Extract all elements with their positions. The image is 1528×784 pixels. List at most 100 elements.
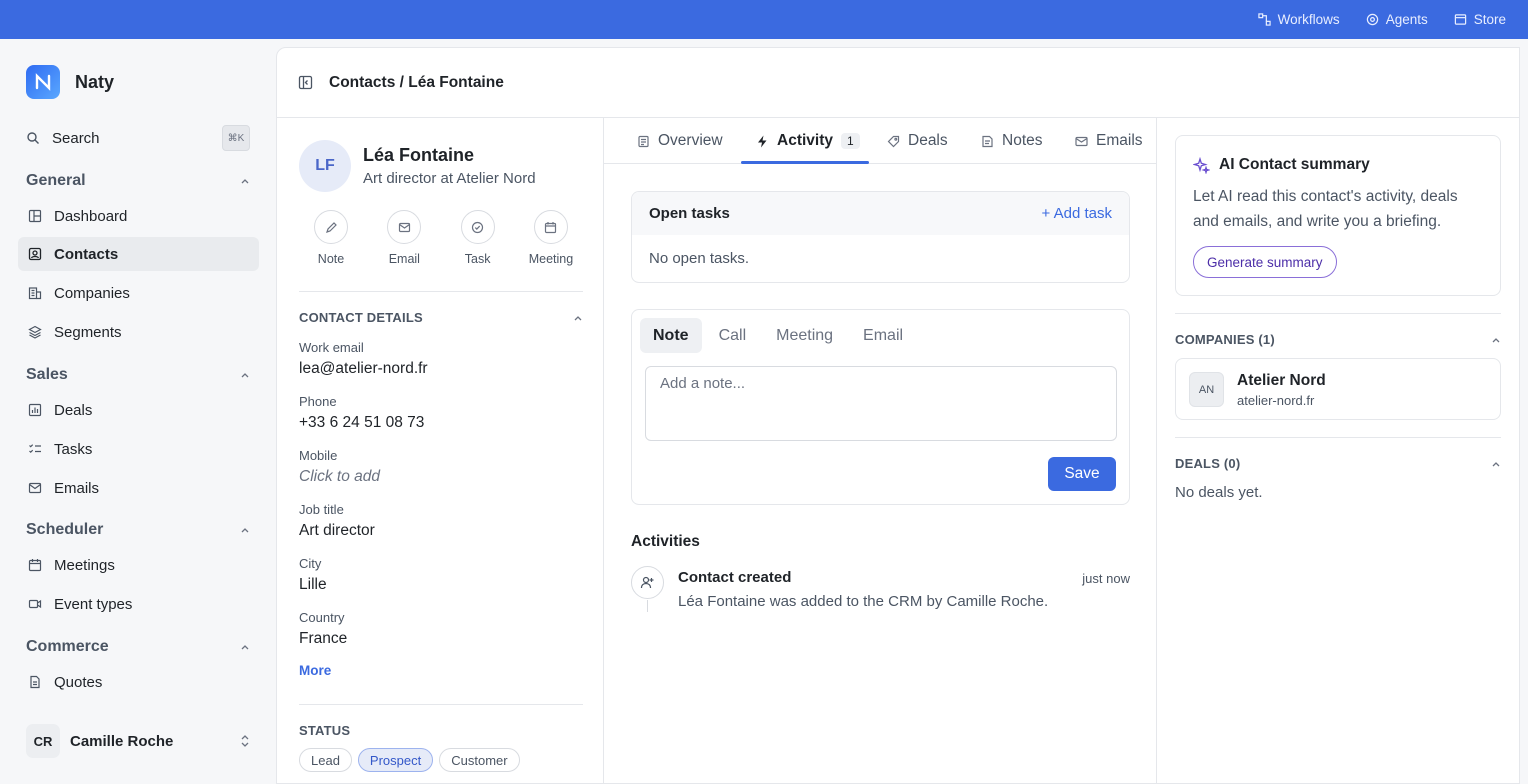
open-tasks-header: Open tasks + Add task xyxy=(632,192,1129,235)
user-name: Camille Roche xyxy=(70,732,174,750)
composer-tabs: Note Call Meeting Email xyxy=(640,318,916,353)
activity-description: Léa Fontaine was added to the CRM by Cam… xyxy=(678,593,1049,610)
field-work-email[interactable]: Work email lea@atelier-nord.fr xyxy=(299,340,428,378)
sidebar-item-event-types[interactable]: Event types xyxy=(18,587,259,621)
deals-header[interactable]: DEALS (0) xyxy=(1175,456,1501,471)
field-city[interactable]: City Lille xyxy=(299,556,327,594)
sidebar-item-label: Meetings xyxy=(54,556,115,574)
agent-icon xyxy=(1366,13,1378,26)
user-plus-icon xyxy=(640,576,654,589)
sparkle-icon xyxy=(1193,156,1210,174)
brand[interactable]: Naty xyxy=(26,65,114,99)
status-pill-customer[interactable]: Customer xyxy=(439,748,520,772)
meeting-action-button[interactable]: Meeting xyxy=(519,210,583,266)
deals-title: DEALS (0) xyxy=(1175,456,1241,471)
sidebar-item-companies[interactable]: Companies xyxy=(18,276,259,310)
contact-subtitle: Art director at Atelier Nord xyxy=(363,170,536,187)
tab-emails[interactable]: Emails xyxy=(1075,118,1143,164)
activity-title: Contact created xyxy=(678,569,792,586)
divider xyxy=(299,704,583,705)
field-mobile[interactable]: Mobile Click to add xyxy=(299,448,380,486)
sidebar-item-meetings[interactable]: Meetings xyxy=(18,548,259,582)
composer-tab-email[interactable]: Email xyxy=(850,318,916,353)
more-link[interactable]: More xyxy=(299,663,331,678)
sidebar-item-dashboard[interactable]: Dashboard xyxy=(18,199,259,233)
tab-overview[interactable]: Overview xyxy=(637,118,723,164)
status-options: Lead Prospect Customer xyxy=(299,748,520,772)
workflows-label: Workflows xyxy=(1277,12,1340,27)
status-pill-prospect[interactable]: Prospect xyxy=(357,748,434,772)
field-phone[interactable]: Phone +33 6 24 51 08 73 xyxy=(299,394,424,432)
composer-tab-note[interactable]: Note xyxy=(640,318,702,353)
document-icon xyxy=(638,135,649,147)
companies-header[interactable]: COMPANIES (1) xyxy=(1175,332,1501,347)
field-job-title[interactable]: Job title Art director xyxy=(299,502,375,540)
check-circle-icon xyxy=(472,221,484,233)
composer-tab-call[interactable]: Call xyxy=(706,318,760,353)
sidebar-item-label: Contacts xyxy=(54,245,119,263)
add-task-button[interactable]: + Add task xyxy=(1042,205,1112,222)
sidebar-item-quotes[interactable]: Quotes xyxy=(18,665,259,699)
generate-summary-button[interactable]: Generate summary xyxy=(1193,246,1337,278)
chevron-up-icon xyxy=(574,315,582,320)
agents-link[interactable]: Agents xyxy=(1366,12,1428,27)
calendar-icon xyxy=(545,221,557,233)
sidebar-toggle-icon[interactable] xyxy=(298,75,313,90)
chevron-up-icon xyxy=(241,373,249,378)
workflows-link[interactable]: Workflows xyxy=(1257,12,1340,27)
task-action-button[interactable]: Task xyxy=(446,210,510,266)
field-label: Country xyxy=(299,610,345,625)
tab-label: Overview xyxy=(658,132,723,149)
note-icon xyxy=(982,135,993,147)
tab-label: Emails xyxy=(1096,132,1143,149)
section-sales[interactable]: Sales xyxy=(26,366,250,384)
field-value: France xyxy=(299,630,348,647)
save-button[interactable]: Save xyxy=(1048,457,1116,491)
section-scheduler[interactable]: Scheduler xyxy=(26,521,250,539)
note-action-button[interactable]: Note xyxy=(299,210,363,266)
chevron-up-icon xyxy=(241,528,249,533)
activity-panel: Overview Activity 1 Deals Notes Emails O… xyxy=(604,118,1157,784)
company-avatar: AN xyxy=(1189,372,1224,407)
sidebar-item-contacts[interactable]: Contacts xyxy=(18,237,259,271)
sidebar-item-deals[interactable]: Deals xyxy=(18,393,259,427)
section-sales-label: Sales xyxy=(26,366,68,383)
tab-notes[interactable]: Notes xyxy=(981,118,1043,164)
page-header: Contacts / Léa Fontaine xyxy=(277,48,1519,118)
sidebar-item-emails[interactable]: Emails xyxy=(18,471,259,505)
action-label: Meeting xyxy=(528,252,574,266)
timeline-line xyxy=(647,600,648,612)
breadcrumb: Contacts / Léa Fontaine xyxy=(329,73,504,91)
tab-deals[interactable]: Deals xyxy=(887,118,948,164)
divider xyxy=(1175,313,1501,314)
section-general[interactable]: General xyxy=(26,172,250,190)
field-label: City xyxy=(299,556,322,571)
agents-label: Agents xyxy=(1385,12,1428,27)
contact-details-header[interactable]: CONTACT DETAILS xyxy=(299,310,583,325)
field-country[interactable]: Country France xyxy=(299,610,347,648)
store-link[interactable]: Store xyxy=(1454,12,1506,27)
sidebar-item-label: Deals xyxy=(54,401,93,419)
tab-label: Notes xyxy=(1002,132,1043,149)
user-menu[interactable]: CR Camille Roche xyxy=(26,724,250,758)
quick-actions: Note Email Task Meeting xyxy=(299,210,583,266)
search-shortcut: ⌘K xyxy=(222,125,250,151)
sidebar-item-segments[interactable]: Segments xyxy=(18,315,259,349)
note-input[interactable] xyxy=(645,366,1117,441)
deals-icon xyxy=(28,403,42,417)
sidebar-item-tasks[interactable]: Tasks xyxy=(18,432,259,466)
search-button[interactable]: Search ⌘K xyxy=(26,125,250,151)
contact-avatar: LF xyxy=(299,140,351,192)
tab-activity[interactable]: Activity 1 xyxy=(756,118,860,164)
section-commerce[interactable]: Commerce xyxy=(26,638,250,656)
tab-label: Activity xyxy=(777,132,833,149)
composer-tab-meeting[interactable]: Meeting xyxy=(763,318,846,353)
activity-count-badge: 1 xyxy=(841,133,860,149)
building-icon xyxy=(28,287,42,300)
open-tasks-empty: No open tasks. xyxy=(649,250,750,267)
sidebar-item-label: Companies xyxy=(54,284,130,302)
company-card[interactable]: AN Atelier Nord atelier-nord.fr xyxy=(1175,358,1501,420)
status-pill-lead[interactable]: Lead xyxy=(299,748,352,772)
email-action-button[interactable]: Email xyxy=(372,210,436,266)
dashboard-icon xyxy=(28,209,42,223)
